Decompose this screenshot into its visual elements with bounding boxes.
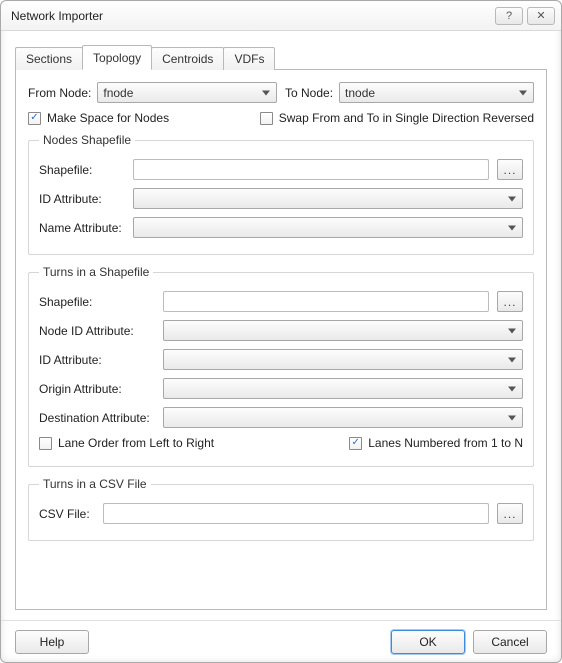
csv-file-browse-button[interactable]: ... [497,503,523,524]
shapefile-label: Shapefile: [39,163,125,177]
close-icon: ✕ [536,9,545,22]
tab-vdfs[interactable]: VDFs [223,47,275,70]
row-checkboxes: ✓ Make Space for Nodes Swap From and To … [28,111,534,125]
row-from-to-node: From Node: fnode To Node: tnode [28,82,534,103]
ok-button[interactable]: OK [391,630,465,654]
tab-topology[interactable]: Topology [82,45,152,70]
swap-from-to-checkbox[interactable]: Swap From and To in Single Direction Rev… [260,111,534,125]
unchecked-icon [39,437,52,450]
nodes-shapefile-browse-button[interactable]: ... [497,159,523,180]
to-node-combo[interactable]: tnode [339,82,534,103]
from-node-value: fnode [103,86,133,100]
help-button[interactable]: Help [15,630,89,654]
group-turns-csv: Turns in a CSV File CSV File: ... [28,477,534,541]
make-space-checkbox[interactable]: ✓ Make Space for Nodes [28,111,169,125]
lanes-numbered-label: Lanes Numbered from 1 to N [368,436,523,450]
csv-file-input[interactable] [103,503,489,524]
from-node-label: From Node: [28,86,91,100]
cancel-button[interactable]: Cancel [473,630,547,654]
id-attribute-label: ID Attribute: [39,353,155,367]
tab-centroids[interactable]: Centroids [151,47,224,70]
turns-shapefile-input[interactable] [163,291,489,312]
button-label: Help [40,635,65,649]
check-icon: ✓ [349,437,362,450]
turns-shapefile-browse-button[interactable]: ... [497,291,523,312]
group-legend: Nodes Shapefile [39,133,135,147]
destination-attribute-label: Destination Attribute: [39,411,155,425]
tab-label: Centroids [162,52,213,66]
turns-origin-attribute-combo[interactable] [163,378,523,399]
button-label: OK [419,635,436,649]
lanes-numbered-checkbox[interactable]: ✓ Lanes Numbered from 1 to N [349,436,523,450]
group-legend: Turns in a CSV File [39,477,151,491]
from-node-combo[interactable]: fnode [97,82,277,103]
tab-label: VDFs [234,52,264,66]
make-space-label: Make Space for Nodes [47,111,169,125]
shapefile-label: Shapefile: [39,295,155,309]
swap-from-to-label: Swap From and To in Single Direction Rev… [279,111,534,125]
origin-attribute-label: Origin Attribute: [39,382,155,396]
group-legend: Turns in a Shapefile [39,265,153,279]
lane-order-label: Lane Order from Left to Right [58,436,214,450]
help-title-button[interactable]: ? [495,7,523,25]
tab-page-topology: From Node: fnode To Node: tnode ✓ Make S… [15,70,547,610]
to-node-value: tnode [345,86,375,100]
content-area: Sections Topology Centroids VDFs From No… [1,31,561,620]
turns-id-attribute-combo[interactable] [163,349,523,370]
name-attribute-label: Name Attribute: [39,221,125,235]
tab-strip: Sections Topology Centroids VDFs [15,45,547,70]
group-nodes-shapefile: Nodes Shapefile Shapefile: ... ID Attrib… [28,133,534,255]
dialog-footer: Help OK Cancel [1,620,561,662]
ellipsis-icon: ... [503,163,516,177]
nodes-name-attribute-combo[interactable] [133,217,523,238]
id-attribute-label: ID Attribute: [39,192,125,206]
group-turns-shapefile: Turns in a Shapefile Shapefile: ... Node… [28,265,534,467]
button-label: Cancel [491,635,528,649]
node-id-attribute-label: Node ID Attribute: [39,324,155,338]
window-title: Network Importer [11,9,491,23]
tab-label: Sections [26,52,72,66]
unchecked-icon [260,112,273,125]
help-icon: ? [506,10,512,22]
lane-order-checkbox[interactable]: Lane Order from Left to Right [39,436,214,450]
csv-file-label: CSV File: [39,507,95,521]
turns-node-id-attribute-combo[interactable] [163,320,523,341]
nodes-shapefile-input[interactable] [133,159,489,180]
nodes-id-attribute-combo[interactable] [133,188,523,209]
tab-label: Topology [93,51,141,65]
ellipsis-icon: ... [503,295,516,309]
tab-sections[interactable]: Sections [15,47,83,70]
close-title-button[interactable]: ✕ [527,7,555,25]
check-icon: ✓ [28,112,41,125]
ellipsis-icon: ... [503,507,516,521]
title-bar: Network Importer ? ✕ [1,1,561,31]
to-node-label: To Node: [285,86,333,100]
turns-destination-attribute-combo[interactable] [163,407,523,428]
